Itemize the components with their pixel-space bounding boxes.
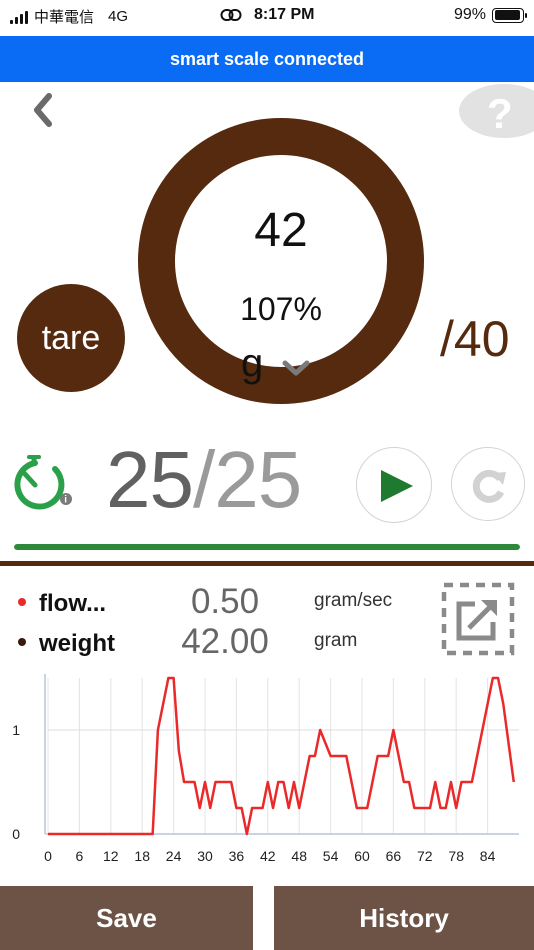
x-tick-label: 54 (323, 848, 339, 864)
weight-unit: gram (314, 630, 358, 651)
expand-chart-button[interactable] (441, 582, 515, 656)
battery-fill (494, 10, 521, 20)
flow-value: 0.50 (190, 582, 260, 621)
question-icon: ? (487, 90, 513, 137)
chevron-left-icon (34, 93, 52, 127)
timer-current: 25 (106, 435, 194, 524)
back-button[interactable] (28, 92, 60, 128)
expand-icon (441, 582, 515, 656)
x-tick-label: 48 (291, 848, 307, 864)
chevron-down-icon[interactable] (281, 359, 311, 377)
play-icon (381, 470, 413, 502)
weight-stat-row: weight 42.00 gram (0, 622, 430, 664)
link-icon (220, 8, 242, 21)
history-button[interactable]: History (274, 886, 534, 950)
save-button[interactable]: Save (0, 886, 253, 950)
unit-selector[interactable]: g (241, 341, 263, 386)
y-tick-label: 1 (12, 722, 20, 738)
status-bar: 中華電信 4G 8:17 PM 99% (0, 0, 534, 32)
play-button[interactable] (356, 447, 432, 523)
timer-button[interactable]: i (8, 454, 74, 511)
battery-icon (492, 7, 527, 23)
battery-percent: 99% (453, 6, 486, 23)
timer-progress-fill (14, 544, 520, 550)
flow-unit: gram/sec (314, 590, 393, 611)
flow-chart: 0 6 12 18 24 30 36 42 48 54 60 66 72 78 84 0 1 (12, 674, 519, 864)
x-tick-label: 72 (417, 848, 433, 864)
x-tick-label: 30 (197, 848, 213, 864)
tare-button[interactable]: tare (17, 284, 125, 392)
timer-count: 25/25 (106, 434, 302, 526)
x-tick-label: 0 (44, 848, 52, 864)
status-time: 8:17 PM (253, 6, 315, 23)
x-tick-label: 66 (386, 848, 402, 864)
x-tick-label: 60 (354, 848, 370, 864)
weight-legend-dot (18, 638, 26, 646)
connection-banner: smart scale connected (0, 36, 534, 82)
reset-icon (472, 469, 506, 503)
flow-label: flow... (39, 590, 107, 617)
timer-separator: / (192, 435, 215, 524)
timer-total: 25 (214, 435, 302, 524)
flow-legend-dot (18, 598, 26, 606)
timer-progress-bar (14, 544, 520, 550)
weight-value: 42.00 (181, 622, 269, 661)
flow-series-line (48, 676, 516, 836)
status-right: 99% (453, 6, 527, 24)
x-tick-label: 12 (103, 848, 119, 864)
stopwatch-icon: i (14, 454, 72, 510)
x-tick-label: 78 (448, 848, 464, 864)
current-weight: 42 (254, 204, 308, 257)
x-tick-label: 18 (134, 848, 150, 864)
section-divider (0, 561, 534, 566)
svg-text:i: i (64, 495, 67, 506)
reset-button[interactable] (451, 447, 525, 521)
flow-stat-row: flow... 0.50 gram/sec (0, 582, 430, 624)
x-tick-label: 6 (76, 848, 84, 864)
target-weight[interactable]: /40 (440, 310, 510, 368)
x-tick-label: 84 (480, 848, 496, 864)
x-tick-label: 24 (166, 848, 182, 864)
y-tick-label: 0 (12, 826, 20, 842)
percent-of-target: 107% (240, 291, 322, 327)
help-button[interactable]: ? (459, 84, 534, 138)
x-tick-label: 42 (260, 848, 276, 864)
x-tick-label: 36 (229, 848, 245, 864)
weight-label: weight (39, 630, 115, 657)
weight-ring: 42 107% g (138, 118, 424, 404)
